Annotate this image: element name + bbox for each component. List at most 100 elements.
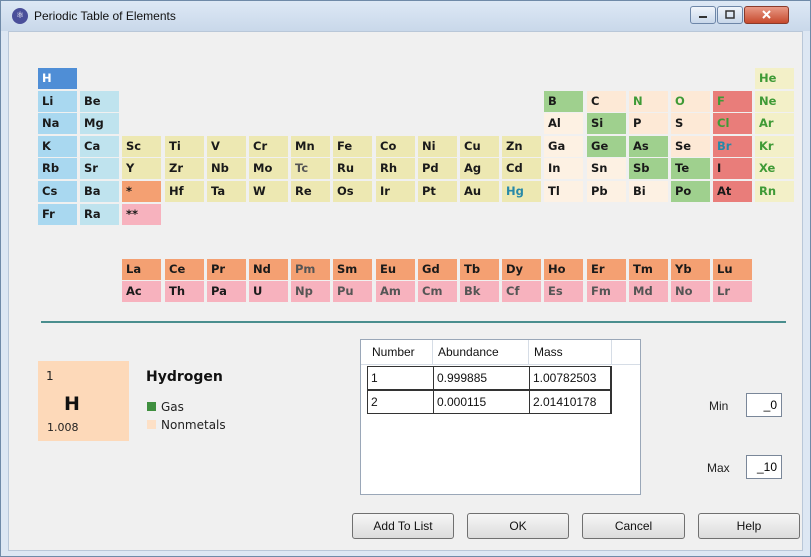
element-cell-gd[interactable]: Gd xyxy=(418,259,457,280)
element-cell-lr[interactable]: Lr xyxy=(713,281,752,302)
element-cell-f[interactable]: F xyxy=(713,91,752,112)
element-cell-ge[interactable]: Ge xyxy=(587,136,626,157)
element-cell-mo[interactable]: Mo xyxy=(249,158,288,179)
element-cell-pr[interactable]: Pr xyxy=(207,259,246,280)
element-cell-al[interactable]: Al xyxy=(544,113,583,134)
element-cell-na[interactable]: Na xyxy=(38,113,77,134)
element-cell-ti[interactable]: Ti xyxy=(165,136,204,157)
element-cell-cu[interactable]: Cu xyxy=(460,136,499,157)
element-cell-sc[interactable]: Sc xyxy=(122,136,161,157)
element-cell-ga[interactable]: Ga xyxy=(544,136,583,157)
element-cell-hg[interactable]: Hg xyxy=(502,181,541,202)
help-button[interactable]: Help xyxy=(698,513,800,539)
element-cell-he[interactable]: He xyxy=(755,68,794,89)
min-input[interactable]: _0 xyxy=(746,393,782,417)
element-cell-cd[interactable]: Cd xyxy=(502,158,541,179)
element-cell-pu[interactable]: Pu xyxy=(333,281,372,302)
element-cell-nd[interactable]: Nd xyxy=(249,259,288,280)
element-cell-rh[interactable]: Rh xyxy=(376,158,415,179)
element-cell-eu[interactable]: Eu xyxy=(376,259,415,280)
element-cell-fe[interactable]: Fe xyxy=(333,136,372,157)
element-cell-re[interactable]: Re xyxy=(291,181,330,202)
element-cell-se[interactable]: Se xyxy=(671,136,710,157)
element-cell-es[interactable]: Es xyxy=(544,281,583,302)
element-cell-ru[interactable]: Ru xyxy=(333,158,372,179)
element-cell-v[interactable]: V xyxy=(207,136,246,157)
element-cell-rb[interactable]: Rb xyxy=(38,158,77,179)
element-cell-cr[interactable]: Cr xyxy=(249,136,288,157)
element-cell-tc[interactable]: Tc xyxy=(291,158,330,179)
element-cell-k[interactable]: K xyxy=(38,136,77,157)
element-cell-hf[interactable]: Hf xyxy=(165,181,204,202)
minimize-button[interactable] xyxy=(690,6,716,24)
element-cell-po[interactable]: Po xyxy=(671,181,710,202)
element-cell-fr[interactable]: Fr xyxy=(38,204,77,225)
element-cell-zn[interactable]: Zn xyxy=(502,136,541,157)
add-to-list-button[interactable]: Add To List xyxy=(352,513,454,539)
element-cell-pd[interactable]: Pd xyxy=(418,158,457,179)
element-cell-te[interactable]: Te xyxy=(671,158,710,179)
element-cell-si[interactable]: Si xyxy=(587,113,626,134)
element-cell-b[interactable]: B xyxy=(544,91,583,112)
element-cell-at[interactable]: At xyxy=(713,181,752,202)
column-header-number[interactable]: Number xyxy=(367,340,433,364)
element-cell-li[interactable]: Li xyxy=(38,91,77,112)
title-bar[interactable]: ⚛ Periodic Table of Elements xyxy=(1,1,810,31)
element-cell-er[interactable]: Er xyxy=(587,259,626,280)
table-row[interactable]: 2 0.000115 2.01410178 xyxy=(367,390,612,414)
element-cell-p[interactable]: P xyxy=(629,113,668,134)
element-cell-dy[interactable]: Dy xyxy=(502,259,541,280)
column-header-mass[interactable]: Mass xyxy=(529,340,612,364)
element-cell-sr[interactable]: Sr xyxy=(80,158,119,179)
element-cell-no[interactable]: No xyxy=(671,281,710,302)
max-input[interactable]: _10 xyxy=(746,455,782,479)
element-cell-tm[interactable]: Tm xyxy=(629,259,668,280)
element-cell-pt[interactable]: Pt xyxy=(418,181,457,202)
element-cell-in[interactable]: In xyxy=(544,158,583,179)
element-cell-actinide-placeholder[interactable]: ** xyxy=(122,204,161,225)
maximize-button[interactable] xyxy=(717,6,743,24)
element-cell-zr[interactable]: Zr xyxy=(165,158,204,179)
element-cell-ba[interactable]: Ba xyxy=(80,181,119,202)
element-cell-ar[interactable]: Ar xyxy=(755,113,794,134)
element-cell-sb[interactable]: Sb xyxy=(629,158,668,179)
isotope-table[interactable]: Number Abundance Mass 1 0.999885 1.00782… xyxy=(360,339,641,495)
element-cell-cl[interactable]: Cl xyxy=(713,113,752,134)
element-cell-la[interactable]: La xyxy=(122,259,161,280)
element-cell-ho[interactable]: Ho xyxy=(544,259,583,280)
element-cell-pm[interactable]: Pm xyxy=(291,259,330,280)
element-cell-md[interactable]: Md xyxy=(629,281,668,302)
element-cell-mn[interactable]: Mn xyxy=(291,136,330,157)
element-cell-sn[interactable]: Sn xyxy=(587,158,626,179)
element-cell-lanthanide-placeholder[interactable]: * xyxy=(122,181,161,202)
element-cell-np[interactable]: Np xyxy=(291,281,330,302)
table-row[interactable]: 1 0.999885 1.00782503 xyxy=(367,366,612,390)
element-cell-rn[interactable]: Rn xyxy=(755,181,794,202)
element-cell-nb[interactable]: Nb xyxy=(207,158,246,179)
element-cell-ta[interactable]: Ta xyxy=(207,181,246,202)
element-cell-ce[interactable]: Ce xyxy=(165,259,204,280)
element-cell-i[interactable]: I xyxy=(713,158,752,179)
close-button[interactable] xyxy=(744,6,789,24)
element-cell-bi[interactable]: Bi xyxy=(629,181,668,202)
element-cell-be[interactable]: Be xyxy=(80,91,119,112)
element-cell-tl[interactable]: Tl xyxy=(544,181,583,202)
element-cell-pb[interactable]: Pb xyxy=(587,181,626,202)
element-cell-c[interactable]: C xyxy=(587,91,626,112)
element-cell-cm[interactable]: Cm xyxy=(418,281,457,302)
element-cell-ra[interactable]: Ra xyxy=(80,204,119,225)
element-cell-au[interactable]: Au xyxy=(460,181,499,202)
element-cell-ni[interactable]: Ni xyxy=(418,136,457,157)
element-cell-br[interactable]: Br xyxy=(713,136,752,157)
element-cell-bk[interactable]: Bk xyxy=(460,281,499,302)
element-cell-u[interactable]: U xyxy=(249,281,288,302)
element-cell-h[interactable]: H xyxy=(38,68,77,89)
element-cell-ca[interactable]: Ca xyxy=(80,136,119,157)
element-cell-os[interactable]: Os xyxy=(333,181,372,202)
element-cell-fm[interactable]: Fm xyxy=(587,281,626,302)
element-cell-y[interactable]: Y xyxy=(122,158,161,179)
element-cell-w[interactable]: W xyxy=(249,181,288,202)
element-cell-lu[interactable]: Lu xyxy=(713,259,752,280)
element-cell-cf[interactable]: Cf xyxy=(502,281,541,302)
ok-button[interactable]: OK xyxy=(467,513,569,539)
